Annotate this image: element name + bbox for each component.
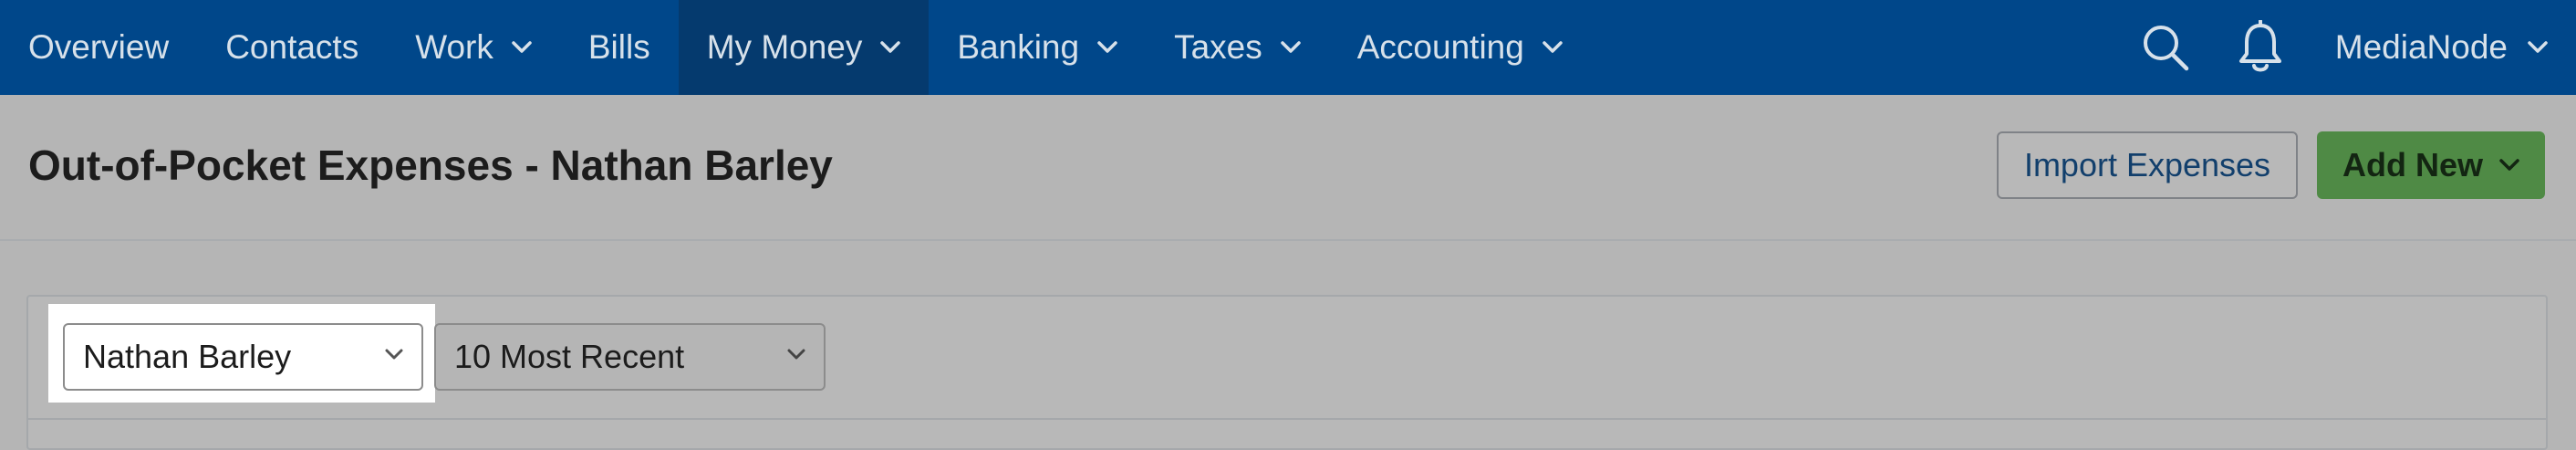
chevron-down-icon [787, 349, 805, 361]
chevron-down-icon [1281, 41, 1301, 54]
range-select[interactable]: 10 Most Recent [434, 323, 826, 391]
nav-item-overview[interactable]: Overview [0, 0, 197, 95]
nav-item-label: Work [415, 28, 493, 66]
chevron-down-icon [880, 41, 901, 54]
nav-item-label: Accounting [1356, 28, 1524, 66]
chevron-down-icon [1542, 41, 1563, 54]
search-icon[interactable] [2118, 0, 2213, 95]
add-new-button[interactable]: Add New [2317, 131, 2545, 199]
nav-right-group: MediaNode [2118, 0, 2576, 95]
employee-select[interactable]: Nathan Barley [63, 323, 423, 391]
top-navigation: Overview Contacts Work Bills My Money Ba… [0, 0, 2576, 95]
chevron-down-icon [1097, 41, 1117, 54]
nav-item-label: Overview [28, 28, 170, 66]
nav-item-taxes[interactable]: Taxes [1146, 0, 1329, 95]
account-menu[interactable]: MediaNode [2308, 28, 2576, 67]
card-divider [26, 418, 2548, 420]
account-label: MediaNode [2334, 28, 2508, 66]
nav-item-label: Contacts [225, 28, 359, 66]
employee-select-value: Nathan Barley [83, 338, 292, 375]
nav-item-label: Banking [957, 28, 1080, 66]
add-new-label: Add New [2342, 146, 2483, 183]
nav-item-banking[interactable]: Banking [929, 0, 1146, 95]
nav-item-accounting[interactable]: Accounting [1329, 0, 1591, 95]
nav-item-bills[interactable]: Bills [560, 0, 679, 95]
chevron-down-icon [385, 349, 403, 361]
nav-item-label: My Money [706, 28, 863, 66]
chevron-down-icon [512, 41, 532, 54]
page-header: Out-of-Pocket Expenses - Nathan Barley I… [0, 95, 2576, 241]
nav-item-label: Taxes [1174, 28, 1262, 66]
nav-item-contacts[interactable]: Contacts [197, 0, 387, 95]
page-title: Out-of-Pocket Expenses - Nathan Barley [28, 141, 833, 189]
import-expenses-button[interactable]: Import Expenses [1997, 131, 2298, 199]
nav-item-my-money[interactable]: My Money [678, 0, 930, 95]
chevron-down-icon [2499, 159, 2519, 172]
range-select-value: 10 Most Recent [454, 338, 685, 375]
bell-icon[interactable] [2213, 0, 2308, 95]
nav-item-work[interactable]: Work [387, 0, 560, 95]
nav-item-label: Bills [587, 28, 650, 66]
chevron-down-icon [2528, 41, 2548, 54]
